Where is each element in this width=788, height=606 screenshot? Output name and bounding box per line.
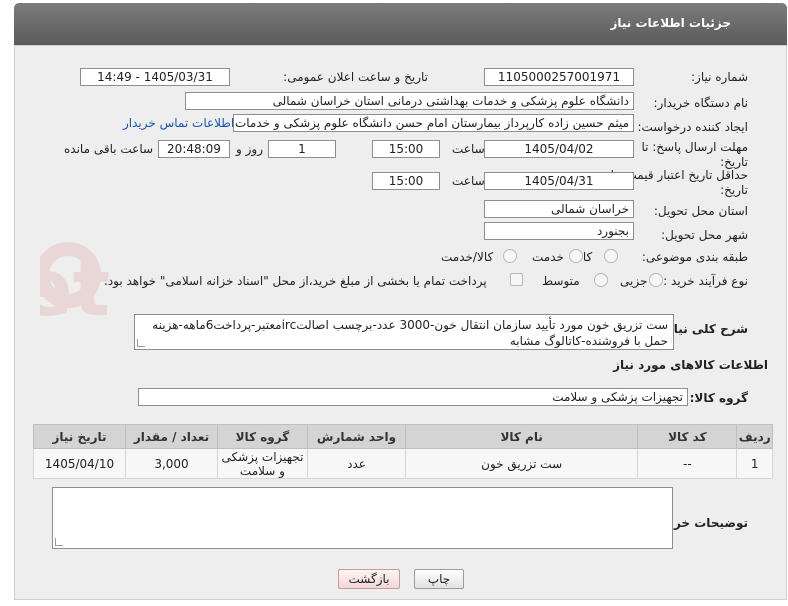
page-title: جزئیات اطلاعات نیاز bbox=[610, 16, 731, 30]
description-textarea[interactable]: ست تزریق خون مورد تأیید سازمان انتقال خو… bbox=[134, 314, 674, 350]
description-text: ست تزریق خون مورد تأیید سازمان انتقال خو… bbox=[152, 318, 668, 348]
col-unit: واحد شمارش bbox=[306, 424, 407, 449]
cell-qty: 3,000 bbox=[125, 448, 218, 479]
items-table: ردیف کد کالا نام کالا واحد شمارش گروه کا… bbox=[32, 424, 773, 479]
col-row: ردیف bbox=[736, 424, 773, 449]
price-validity-time-field: 15:00 bbox=[372, 172, 440, 190]
category-option-goods-service: کالا/خدمت bbox=[441, 250, 494, 264]
treasury-payment-note: پرداخت تمام یا بخشی از مبلغ خرید،از محل … bbox=[104, 274, 487, 288]
table-row: 1 -- ست تزریق خون عدد تجهیزات پزشکی و سل… bbox=[32, 448, 773, 479]
cell-group: تجهیزات پزشکی و سلامت bbox=[216, 448, 308, 479]
announce-label: تاریخ و ساعت اعلان عمومی: bbox=[283, 70, 428, 84]
delivery-province-label: استان محل تحویل: bbox=[653, 204, 748, 218]
col-group: گروه کالا bbox=[216, 424, 308, 449]
category-radio-goods-service[interactable] bbox=[503, 249, 517, 263]
col-date: تاریخ نیاز bbox=[32, 424, 127, 449]
deadline-label: مهلت ارسال پاسخ: تا تاریخ: bbox=[641, 140, 748, 169]
category-label: طبقه بندی موضوعی: bbox=[641, 250, 748, 264]
delivery-city-label: شهر محل تحویل: bbox=[661, 228, 748, 242]
process-radio-minor[interactable] bbox=[649, 273, 663, 287]
days-word: روز و bbox=[236, 142, 263, 156]
treasury-payment-checkbox[interactable] bbox=[510, 273, 523, 286]
delivery-city-field: بجنورد bbox=[484, 222, 634, 240]
process-option-medium: متوسط bbox=[542, 274, 580, 288]
announce-field: 1405/03/31 - 14:49 bbox=[80, 68, 230, 86]
cell-name: ست تزریق خون bbox=[405, 448, 639, 479]
cell-row: 1 bbox=[736, 448, 773, 479]
creator-field: میثم حسین زاده کارپرداز بیمارستان امام ح… bbox=[233, 114, 634, 132]
remaining-word: ساعت باقی مانده bbox=[64, 142, 154, 156]
col-code: کد کالا bbox=[637, 424, 738, 449]
cell-unit: عدد bbox=[306, 448, 407, 479]
process-radio-medium[interactable] bbox=[594, 273, 608, 287]
creator-label: ایجاد کننده درخواست: bbox=[637, 120, 748, 134]
print-button[interactable]: چاپ bbox=[414, 569, 464, 589]
need-number-label: شماره نیاز: bbox=[691, 70, 748, 84]
resize-grip-icon[interactable] bbox=[137, 339, 145, 347]
deadline-date-field: 1405/04/02 bbox=[484, 140, 634, 158]
price-validity-time-word: ساعت bbox=[452, 174, 485, 188]
cell-date: 1405/04/10 bbox=[32, 448, 127, 479]
price-validity-date-field: 1405/04/31 bbox=[484, 172, 634, 190]
process-label: نوع فرآیند خرید : bbox=[663, 274, 748, 288]
buyer-notes-textarea[interactable] bbox=[52, 487, 673, 549]
days-field: 1 bbox=[268, 140, 336, 158]
remaining-time-field: 20:48:09 bbox=[158, 140, 230, 158]
cell-code: -- bbox=[637, 448, 738, 479]
resize-grip-icon[interactable] bbox=[55, 538, 63, 546]
description-label: شرح کلی نیاز: bbox=[662, 322, 748, 336]
buyer-org-label: نام دستگاه خریدار: bbox=[653, 96, 749, 110]
back-button[interactable]: بازگشت bbox=[338, 569, 400, 589]
page: جزئیات اطلاعات نیاز AriaTender.net شماره… bbox=[0, 0, 788, 606]
items-section-title: اطلاعات کالاهای مورد نیاز bbox=[613, 358, 768, 372]
process-option-minor: جزیی bbox=[620, 274, 648, 288]
need-number-field: 1105000257001971 bbox=[484, 68, 634, 86]
category-radio-goods[interactable] bbox=[604, 249, 618, 263]
goods-group-label: گروه کالا: bbox=[689, 391, 748, 405]
goods-group-field: تجهیزات پزشکی و سلامت bbox=[138, 388, 688, 406]
category-option-service: خدمت bbox=[532, 250, 564, 264]
deadline-time-word: ساعت bbox=[452, 142, 485, 156]
delivery-province-field: خراسان شمالی bbox=[484, 200, 634, 218]
col-qty: تعداد / مقدار bbox=[125, 424, 218, 449]
items-table-header: ردیف کد کالا نام کالا واحد شمارش گروه کا… bbox=[32, 424, 773, 449]
contact-buyer-link[interactable]: اطلاعات تماس خریدار bbox=[123, 116, 234, 130]
deadline-time-field: 15:00 bbox=[372, 140, 440, 158]
window-header: جزئیات اطلاعات نیاز bbox=[14, 3, 787, 45]
col-name: نام کالا bbox=[405, 424, 639, 449]
category-radio-service[interactable] bbox=[569, 249, 583, 263]
buyer-org-field: دانشگاه علوم پزشکی و خدمات بهداشتی درمان… bbox=[185, 92, 634, 110]
